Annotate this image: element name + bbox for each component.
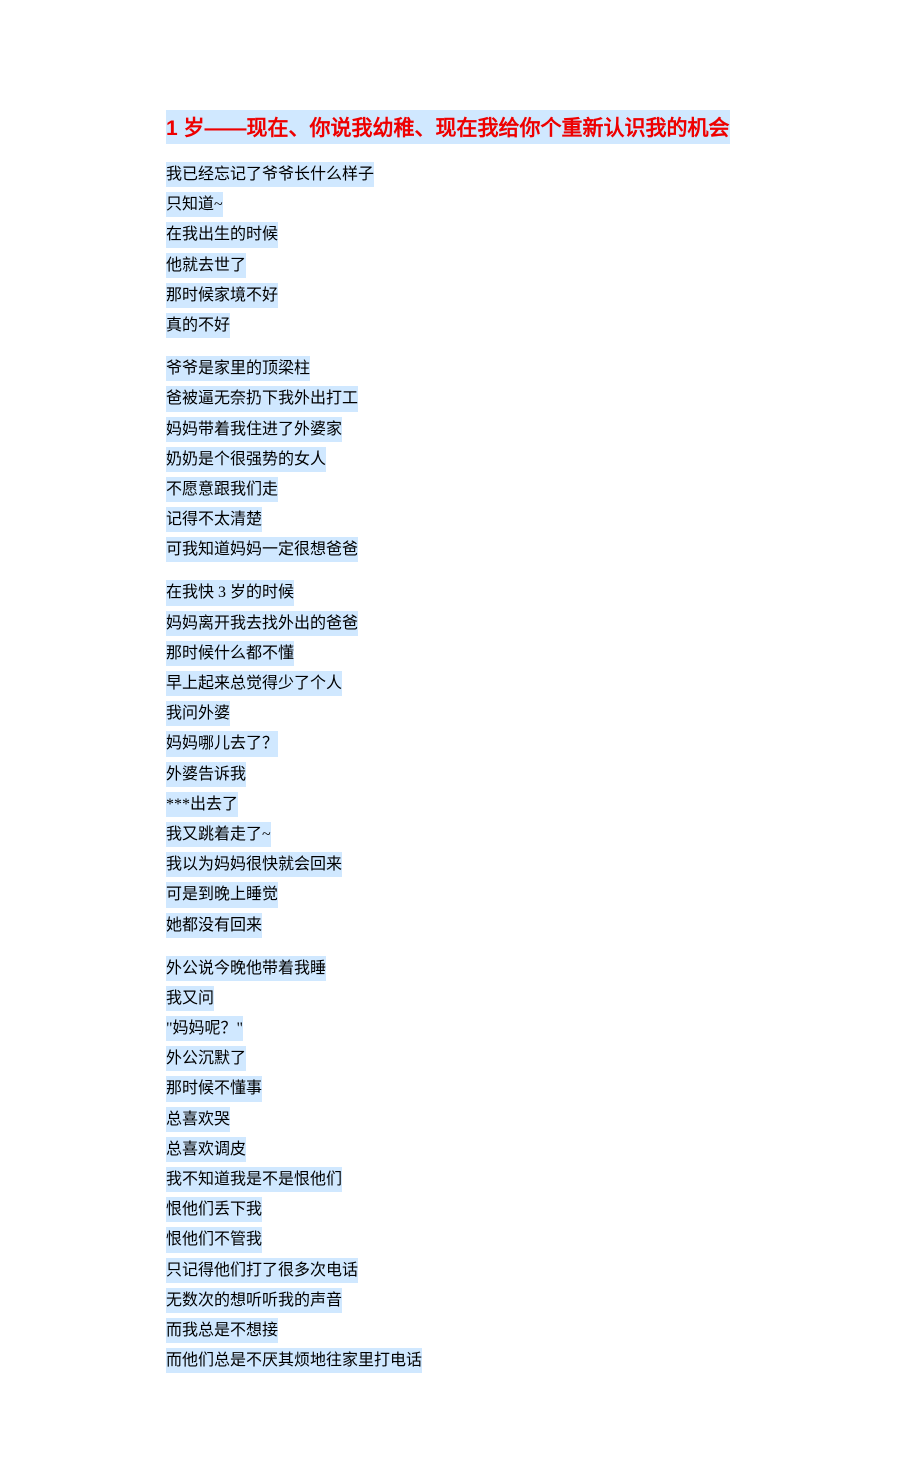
text-line: 妈妈带着我住进了外婆家 — [166, 417, 342, 442]
text-line: 总喜欢调皮 — [166, 1137, 246, 1162]
text-line: 外公说今晚他带着我睡 — [166, 956, 326, 981]
text-line: 我已经忘记了爷爷长什么样子 — [166, 162, 374, 187]
text-line: 她都没有回来 — [166, 913, 262, 938]
text-line: 我不知道我是不是恨他们 — [166, 1167, 342, 1192]
text-line: 妈妈哪儿去了？ — [166, 731, 278, 756]
text-line: 爸被逼无奈扔下我外出打工 — [166, 386, 358, 411]
text-line: 真的不好 — [166, 313, 230, 338]
text-line: 只记得他们打了很多次电话 — [166, 1258, 358, 1283]
text-line: ***出去了 — [166, 792, 238, 817]
text-line: 我又问 — [166, 986, 214, 1011]
stanza: 外公说今晚他带着我睡我又问 "妈妈呢？" 外公沉默了那时候不懂事总喜欢哭总喜欢调皮我… — [166, 956, 760, 1378]
stanza: 我已经忘记了爷爷长什么样子只知道~ 在我出生的时候他就去世了那时候家境不好真的不好 — [166, 162, 760, 342]
text-line: 外婆告诉我 — [166, 762, 246, 787]
text-line: 那时候家境不好 — [166, 283, 278, 308]
text-line: 总喜欢哭 — [166, 1107, 230, 1132]
text-line: 那时候不懂事 — [166, 1076, 262, 1101]
text-line: 而我总是不想接 — [166, 1318, 278, 1343]
text-line: 我又跳着走了~ — [166, 822, 271, 847]
document-title: 1 岁——现在、你说我幼稚、现在我给你个重新认识我的机会 — [166, 110, 730, 144]
text-line: 我以为妈妈很快就会回来 — [166, 852, 342, 877]
text-line: 爷爷是家里的顶梁柱 — [166, 356, 310, 381]
document-page: 1 岁——现在、你说我幼稚、现在我给你个重新认识我的机会 我已经忘记了爷爷长什么… — [0, 0, 920, 1471]
text-line: 我问外婆 — [166, 701, 230, 726]
stanza: 在我快 3 岁的时候妈妈离开我去找外出的爸爸那时候什么都不懂早上起来总觉得少了个… — [166, 580, 760, 941]
text-line: 可我知道妈妈一定很想爸爸 — [166, 537, 358, 562]
text-line: 他就去世了 — [166, 253, 246, 278]
text-line: 妈妈离开我去找外出的爸爸 — [166, 611, 358, 636]
text-line: "妈妈呢？" — [166, 1016, 243, 1041]
text-line: 那时候什么都不懂 — [166, 641, 294, 666]
text-line: 不愿意跟我们走 — [166, 477, 278, 502]
text-line: 在我快 3 岁的时候 — [166, 580, 294, 605]
text-line: 而他们总是不厌其烦地往家里打电话 — [166, 1348, 422, 1373]
text-line: 早上起来总觉得少了个人 — [166, 671, 342, 696]
text-line: 外公沉默了 — [166, 1046, 246, 1071]
text-line: 奶奶是个很强势的女人 — [166, 447, 326, 472]
stanza: 爷爷是家里的顶梁柱爸被逼无奈扔下我外出打工妈妈带着我住进了外婆家奶奶是个很强势的… — [166, 356, 760, 566]
text-line: 恨他们不管我 — [166, 1227, 262, 1252]
document-body: 我已经忘记了爷爷长什么样子只知道~ 在我出生的时候他就去世了那时候家境不好真的不好… — [166, 162, 760, 1377]
text-line: 无数次的想听听我的声音 — [166, 1288, 342, 1313]
text-line: 只知道~ — [166, 192, 223, 217]
text-line: 在我出生的时候 — [166, 222, 278, 247]
text-line: 记得不太清楚 — [166, 507, 262, 532]
text-line: 恨他们丢下我 — [166, 1197, 262, 1222]
text-line: 可是到晚上睡觉 — [166, 882, 278, 907]
